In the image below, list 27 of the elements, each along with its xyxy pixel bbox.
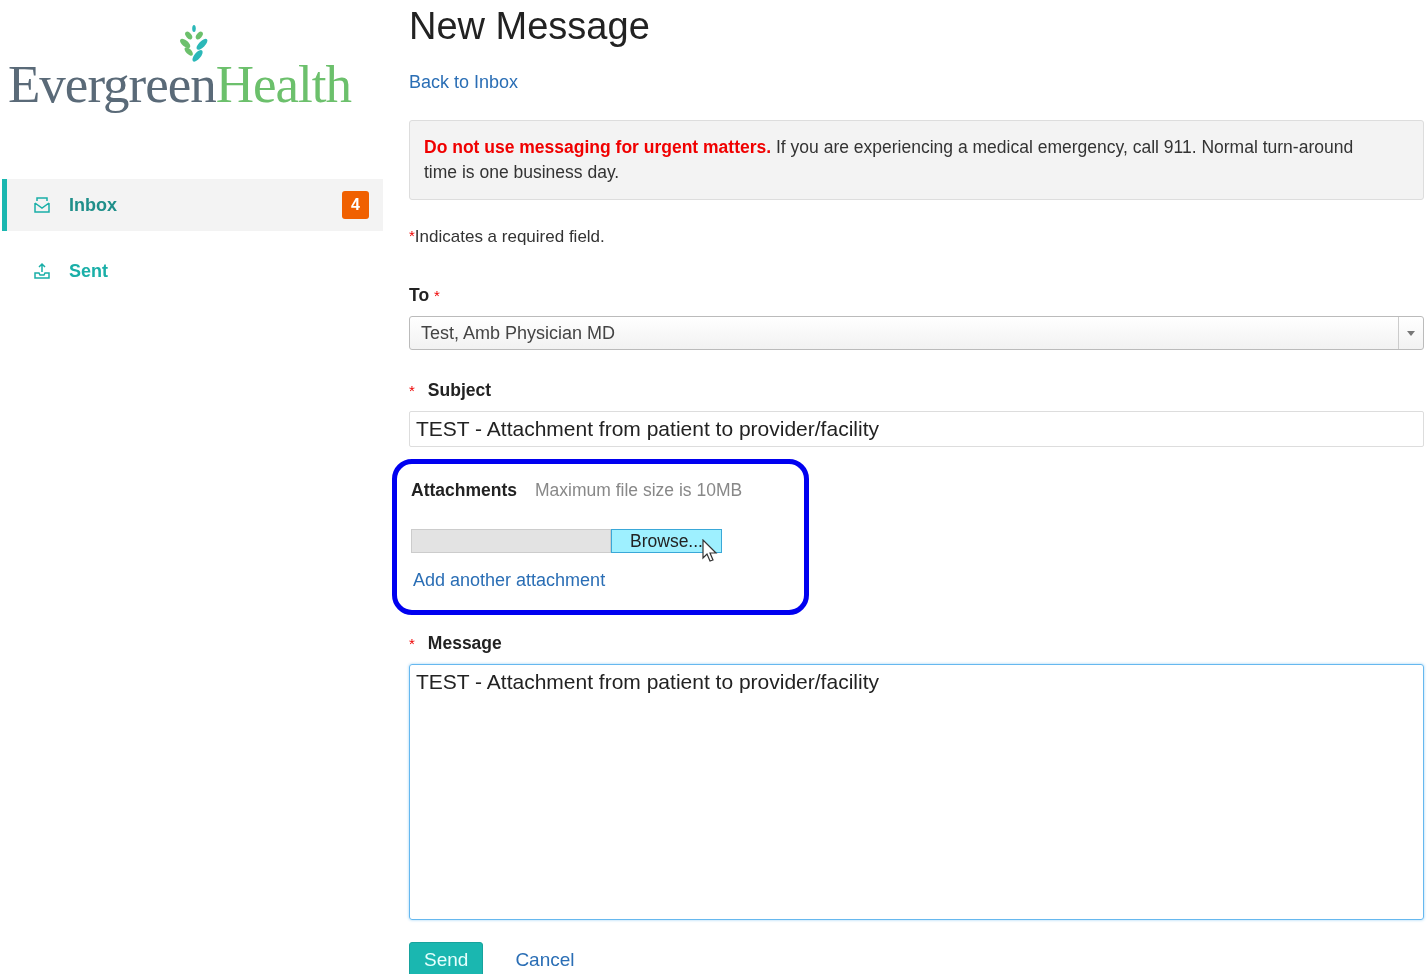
field-label: Message: [427, 633, 502, 654]
hint-text: Maximum file size is 10MB: [535, 480, 743, 501]
add-attachment-link[interactable]: Add another attachment: [413, 570, 606, 591]
browse-button[interactable]: Browse...: [611, 529, 722, 553]
required-note: Indicates a required field.: [414, 227, 605, 247]
file-field[interactable]: [411, 529, 611, 553]
required-mark: *: [409, 227, 415, 246]
unread-count: 4: [342, 191, 369, 219]
field-label: To: [409, 285, 430, 306]
logo-text: EvergreenHealth: [8, 58, 352, 111]
required-mark: *: [434, 287, 440, 304]
required-mark: *: [409, 382, 415, 399]
caret-icon: [1407, 330, 1415, 336]
envelope-icon: [33, 196, 51, 214]
back-link[interactable]: Back to Inbox: [409, 72, 519, 93]
cancel-link[interactable]: Cancel: [515, 949, 575, 971]
notice-text: Do not use messaging for urgent matters. If you are experiencing a medical emergency, call 911. Normal turn-around time is one business day.: [409, 120, 1424, 200]
page-title: New Message: [409, 6, 650, 46]
cursor-icon: [702, 539, 718, 563]
sidebar-item[interactable]: Inbox 4: [2, 179, 383, 231]
subject-field[interactable]: TEST - Attachment from patient to provider/facility: [409, 411, 1424, 447]
field-label: Attachments: [411, 480, 517, 501]
field-label: Subject: [427, 380, 492, 401]
message-field[interactable]: TEST - Attachment from patient to provider/facility: [409, 664, 1424, 920]
outbox-icon: [33, 262, 51, 280]
required-mark: *: [409, 635, 415, 652]
recipient-dropdown[interactable]: Test, Amb Physician MD: [409, 316, 1424, 350]
